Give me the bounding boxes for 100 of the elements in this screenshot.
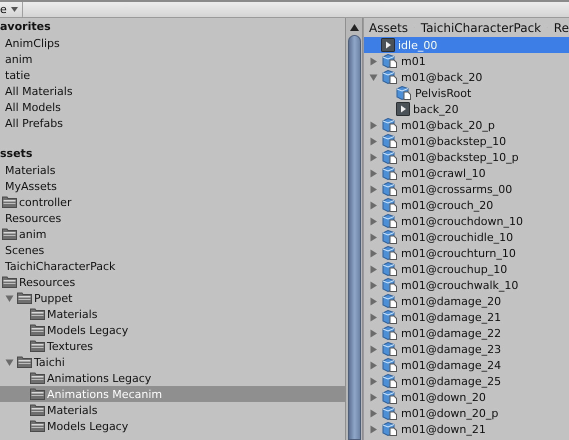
collapsed-arrow-icon[interactable] xyxy=(369,120,378,130)
asset-label: m01@crouch_20 xyxy=(401,198,494,212)
expanded-arrow-icon[interactable] xyxy=(369,72,378,82)
expanded-arrow-icon[interactable] xyxy=(5,294,14,302)
cube-icon xyxy=(396,86,412,100)
asset-row[interactable]: m01@damage_24 xyxy=(364,357,569,373)
folder-row[interactable]: Resources xyxy=(0,274,345,290)
collapsed-arrow-icon[interactable] xyxy=(369,216,378,226)
cube-icon xyxy=(382,198,398,212)
asset-row[interactable]: m01@crossarms_00 xyxy=(364,181,569,197)
folder-label: Materials xyxy=(47,404,98,416)
scroll-up-icon[interactable] xyxy=(350,24,358,31)
asset-row[interactable]: m01@backstep_10_p xyxy=(364,149,569,165)
folder-row[interactable]: tatie xyxy=(0,67,345,83)
folder-row[interactable]: Scenes xyxy=(0,242,345,258)
asset-row[interactable]: PelvisRoot xyxy=(364,85,569,101)
folder-label: All Models xyxy=(5,100,61,114)
scroll-thumb[interactable] xyxy=(348,35,360,440)
cube-icon xyxy=(382,326,398,340)
folder-icon xyxy=(17,292,32,304)
folder-label: tatie xyxy=(5,68,30,82)
asset-row[interactable]: m01 xyxy=(364,53,569,69)
asset-label: m01@damage_23 xyxy=(401,342,502,356)
collapsed-arrow-icon[interactable] xyxy=(369,168,378,178)
asset-row[interactable]: m01@crouchturn_10 xyxy=(364,245,569,261)
folder-row[interactable]: Puppet xyxy=(0,290,345,306)
folder-row[interactable]: Models Legacy xyxy=(0,322,345,338)
asset-row[interactable]: m01@down_21 xyxy=(364,421,569,437)
asset-row[interactable]: m01@crouchdown_10 xyxy=(364,213,569,229)
collapsed-arrow-icon[interactable] xyxy=(369,184,378,194)
collapsed-arrow-icon[interactable] xyxy=(369,152,378,162)
folder-row[interactable]: Textures xyxy=(0,338,345,354)
asset-row[interactable]: m01@crouch_20 xyxy=(364,197,569,213)
folder-row[interactable]: anim xyxy=(0,51,345,67)
asset-label: m01@damage_20 xyxy=(401,294,502,308)
collapsed-arrow-icon[interactable] xyxy=(369,408,378,418)
collapsed-arrow-icon[interactable] xyxy=(369,136,378,146)
collapsed-arrow-icon[interactable] xyxy=(369,328,378,338)
asset-row[interactable]: m01@damage_22 xyxy=(364,325,569,341)
asset-row[interactable]: idle_00 xyxy=(364,37,569,53)
folder-label: TaichiCharacterPack xyxy=(5,260,116,272)
collapsed-arrow-icon[interactable] xyxy=(369,280,378,290)
folder-row[interactable]: Materials xyxy=(0,306,345,322)
folder-row[interactable]: All Models xyxy=(0,99,345,115)
folder-row[interactable]: MyAssets xyxy=(0,178,345,194)
folder-label: controller xyxy=(19,196,72,208)
collapsed-arrow-icon[interactable] xyxy=(369,376,378,386)
asset-row[interactable]: m01@damage_20 xyxy=(364,293,569,309)
breadcrumb-link[interactable]: TaichiCharacterPack xyxy=(420,20,542,34)
folder-label: Materials xyxy=(47,308,98,320)
asset-label: m01@crouchidle_10 xyxy=(401,230,514,244)
asset-row[interactable]: m01@crouchwalk_10 xyxy=(364,277,569,293)
collapsed-arrow-icon[interactable] xyxy=(369,264,378,274)
asset-row[interactable]: m01@crouchup_10 xyxy=(364,261,569,277)
folder-row[interactable]: AnimClips xyxy=(0,35,345,51)
asset-row[interactable]: back_20 xyxy=(364,101,569,117)
collapsed-arrow-icon[interactable] xyxy=(369,392,378,402)
asset-label: m01@down_20 xyxy=(401,390,486,404)
dropdown-button[interactable]: e xyxy=(0,2,23,17)
collapsed-arrow-icon[interactable] xyxy=(369,312,378,322)
asset-row[interactable]: m01@crawl_10 xyxy=(364,165,569,181)
asset-row[interactable]: m01@damage_21 xyxy=(364,309,569,325)
collapsed-arrow-icon[interactable] xyxy=(369,248,378,258)
scrollbar[interactable] xyxy=(345,18,363,440)
asset-row[interactable]: m01@back_20_p xyxy=(364,117,569,133)
collapsed-arrow-icon[interactable] xyxy=(369,232,378,242)
asset-row[interactable]: m01@damage_23 xyxy=(364,341,569,357)
folder-icon xyxy=(30,308,45,320)
folder-row[interactable]: All Prefabs xyxy=(0,115,345,131)
asset-row[interactable]: m01@backstep_10 xyxy=(364,133,569,149)
folder-row[interactable]: Taichi xyxy=(0,354,345,370)
asset-row[interactable]: m01@back_20 xyxy=(364,69,569,85)
folder-row[interactable]: Resources xyxy=(0,210,345,226)
asset-row[interactable]: m01@damage_25 xyxy=(364,373,569,389)
folder-row[interactable]: All Materials xyxy=(0,83,345,99)
folder-label: Taichi xyxy=(34,356,65,368)
folder-row[interactable]: controller xyxy=(0,194,345,210)
expanded-arrow-icon[interactable] xyxy=(5,358,14,366)
folder-row[interactable]: Models Legacy xyxy=(0,418,345,434)
collapsed-arrow-icon[interactable] xyxy=(369,200,378,210)
cube-icon xyxy=(382,150,398,164)
collapsed-arrow-icon[interactable] xyxy=(369,296,378,306)
folder-row[interactable]: TaichiCharacterPack xyxy=(0,258,345,274)
section-header: avorites xyxy=(0,19,52,35)
folder-row[interactable]: Animations Legacy xyxy=(0,370,345,386)
collapsed-arrow-icon[interactable] xyxy=(369,344,378,354)
folder-row[interactable]: Materials xyxy=(0,402,345,418)
folder-row[interactable]: anim xyxy=(0,226,345,242)
breadcrumb-link[interactable]: Re xyxy=(554,20,569,34)
asset-row[interactable]: m01@down_20_p xyxy=(364,405,569,421)
caret-icon xyxy=(10,7,18,12)
folder-icon xyxy=(30,372,45,384)
collapsed-arrow-icon[interactable] xyxy=(369,424,378,434)
folder-row[interactable]: Materials xyxy=(0,162,345,178)
collapsed-arrow-icon[interactable] xyxy=(369,56,378,66)
asset-row[interactable]: m01@crouchidle_10 xyxy=(364,229,569,245)
collapsed-arrow-icon[interactable] xyxy=(369,360,378,370)
breadcrumb-link[interactable]: Assets xyxy=(369,20,408,34)
cube-icon xyxy=(382,342,398,356)
asset-row[interactable]: m01@down_20 xyxy=(364,389,569,405)
